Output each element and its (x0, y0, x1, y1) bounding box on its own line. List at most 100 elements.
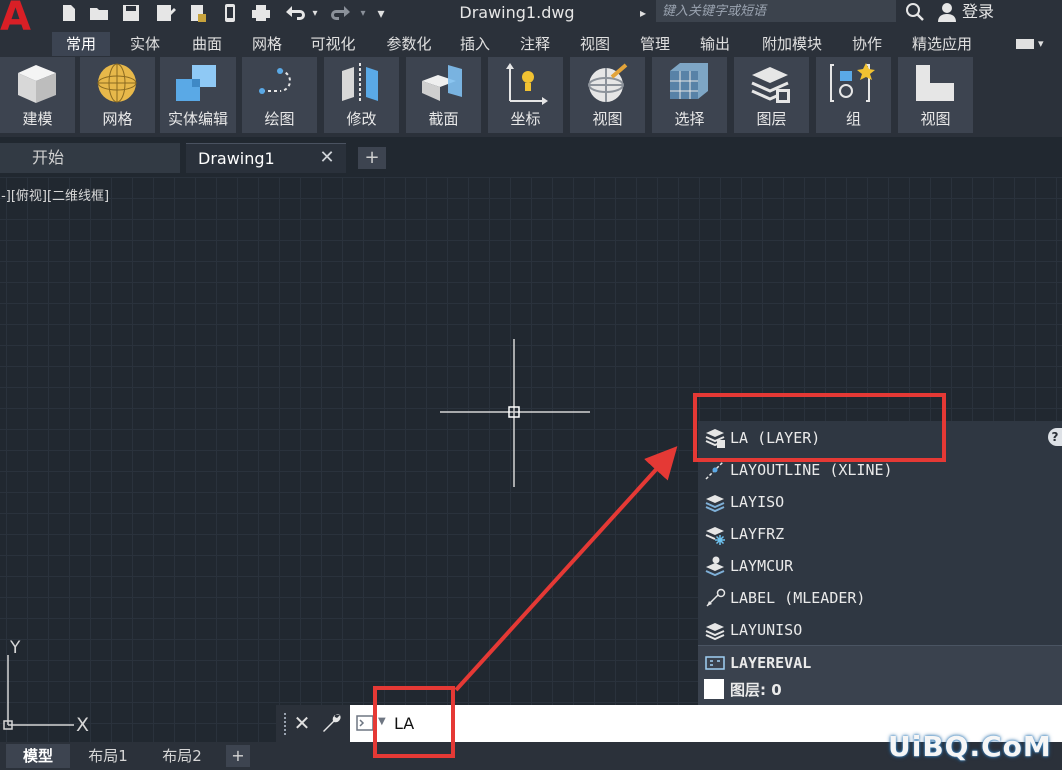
command-prompt-icon[interactable] (356, 714, 374, 732)
drag-grip-icon[interactable] (284, 713, 288, 735)
tab-manage[interactable]: 管理 (630, 32, 680, 56)
new-tab-button[interactable]: + (358, 147, 386, 169)
ribbon-button-coordinates[interactable]: 坐标 (488, 57, 563, 133)
tab-solid[interactable]: 实体 (118, 32, 172, 56)
tab-start[interactable]: 开始 (0, 143, 180, 173)
redo-icon[interactable] (328, 2, 354, 26)
search-icon[interactable] (904, 1, 926, 23)
crosshair-cursor (440, 339, 590, 487)
autocomplete-item-laymcur[interactable]: LAYMCUR (698, 549, 1062, 581)
layer-eval-icon (705, 656, 725, 670)
ribbon-button-draw[interactable]: 绘图 (242, 57, 317, 133)
autocomplete-item-layereval[interactable]: LAYEREVAL (698, 645, 1062, 677)
current-layer-row[interactable]: 图层: 0 (698, 675, 1062, 705)
ribbon-button-view[interactable]: 视图 (570, 57, 645, 133)
print-icon[interactable] (248, 2, 274, 26)
user-icon[interactable] (936, 1, 958, 23)
tab-layout1[interactable]: 布局1 (74, 744, 142, 768)
coordinates-icon (506, 63, 548, 105)
ribbon-button-mesh[interactable]: 网格 (80, 57, 155, 133)
autocomplete-item-layoutline[interactable]: LAYOUTLINE (XLINE) (698, 453, 1062, 485)
ribbon-button-modify[interactable]: 修改 (324, 57, 399, 133)
viewport-controls-label[interactable]: [-][俯视][二维线框] (0, 185, 109, 205)
tab-mesh[interactable]: 网格 (240, 32, 294, 56)
tab-addins[interactable]: 附加模块 (750, 32, 834, 56)
wrench-icon[interactable] (320, 711, 344, 735)
document-tab-bar: 开始 Drawing1 ✕ + (0, 137, 1062, 177)
tab-home[interactable]: 常用 (52, 32, 110, 56)
ribbon-button-group[interactable]: 组 (816, 57, 891, 133)
tab-surface[interactable]: 曲面 (180, 32, 234, 56)
close-tab-icon[interactable]: ✕ (318, 143, 336, 173)
selection-icon (670, 63, 708, 99)
tab-parametric[interactable]: 参数化 (376, 32, 442, 56)
recent-commands-dropdown-icon[interactable]: ▼ (378, 713, 392, 731)
sphere-mesh-icon (97, 63, 137, 103)
save-icon[interactable] (118, 2, 144, 26)
customize-toolbar-icon[interactable]: ▾ (372, 2, 390, 26)
search-input[interactable] (656, 0, 896, 22)
mleader-icon (706, 588, 726, 607)
title-bar: A ▾ ▾ ▾ Drawing1.dwg ▸ 登录 (0, 0, 1062, 37)
ucs-icon: Y X (3, 638, 89, 736)
login-button[interactable]: 登录 (962, 1, 1002, 23)
tab-output[interactable]: 输出 (690, 32, 740, 56)
solid-edit-icon (176, 65, 216, 101)
tab-insert[interactable]: 插入 (450, 32, 500, 56)
layer-isolate-icon (705, 495, 725, 513)
open-folder-icon[interactable] (86, 2, 112, 26)
tab-model[interactable]: 模型 (6, 744, 70, 768)
autocomplete-help-icon[interactable]: ? (1048, 428, 1062, 446)
command-line-tools: ✕ (276, 705, 350, 742)
current-layer-label: 图层: 0 (730, 681, 782, 699)
autocomplete-item-la[interactable]: LA (LAYER) (698, 421, 1062, 453)
layer-make-current-icon (705, 556, 725, 577)
watermark: UiBQ.CoM (888, 730, 1052, 763)
layer-icon (705, 429, 725, 448)
view-globe-icon (588, 63, 628, 102)
layers-icon (751, 67, 790, 103)
ribbon-button-layers[interactable]: 图层 (734, 57, 809, 133)
ribbon-panel: 建模 网格 实体编辑 绘图 修改 截面 坐标 视图 选择 图层 组 视图 (0, 57, 1062, 137)
ucs-y-label: Y (9, 638, 21, 658)
new-file-icon[interactable] (56, 2, 82, 26)
redo-dropdown-icon[interactable]: ▾ (356, 2, 370, 26)
tab-view[interactable]: 视图 (570, 32, 620, 56)
ribbon-button-view-panel[interactable]: 视图 (898, 57, 973, 133)
autocomplete-item-layuniso[interactable]: LAYUNISO (698, 613, 1062, 645)
search-expand-icon[interactable]: ▸ (640, 4, 654, 22)
layer-freeze-icon (705, 527, 725, 545)
ribbon-tab-bar: 常用 实体 曲面 网格 可视化 参数化 插入 注释 视图 管理 输出 附加模块 … (0, 30, 1062, 57)
publish-icon[interactable] (184, 2, 210, 26)
autocomplete-item-layfrz[interactable]: LAYFRZ (698, 517, 1062, 549)
tab-visualize[interactable]: 可视化 (300, 32, 366, 56)
close-icon[interactable]: ✕ (292, 709, 312, 737)
undo-icon[interactable] (282, 2, 308, 26)
tab-collaborate[interactable]: 协作 (842, 32, 892, 56)
mobile-share-icon[interactable] (216, 2, 242, 26)
cube-icon (18, 65, 56, 103)
ribbon-button-solid-edit[interactable]: 实体编辑 (160, 57, 236, 133)
modify-icon (342, 63, 378, 103)
ribbon-button-modeling[interactable]: 建模 (0, 57, 75, 133)
add-layout-button[interactable]: + (226, 745, 250, 767)
xline-icon (705, 460, 725, 480)
save-as-icon[interactable] (152, 2, 178, 26)
command-autocomplete-list: LA (LAYER) LAYOUTLINE (XLINE) LAYISO LAY… (698, 421, 1062, 705)
layer-color-swatch (704, 679, 724, 699)
ribbon-button-selection[interactable]: 选择 (652, 57, 727, 133)
tab-annotate[interactable]: 注释 (510, 32, 560, 56)
tab-featured-apps[interactable]: 精选应用 (900, 32, 984, 56)
layer-unisolate-icon (705, 623, 725, 641)
undo-dropdown-icon[interactable]: ▾ (308, 2, 322, 26)
ribbon-button-section[interactable]: 截面 (406, 57, 481, 133)
autocomplete-item-layiso[interactable]: LAYISO (698, 485, 1062, 517)
view-shape-icon (916, 65, 954, 101)
tab-layout2[interactable]: 布局2 (148, 744, 216, 768)
autocomplete-item-label[interactable]: LABEL (MLEADER) (698, 581, 1062, 613)
ribbon-minimize-toggle[interactable]: ▾ (1016, 35, 1056, 53)
draw-icon (259, 68, 291, 94)
section-icon (422, 65, 462, 101)
ucs-x-label: X (76, 714, 89, 736)
document-title: Drawing1.dwg (459, 3, 575, 22)
